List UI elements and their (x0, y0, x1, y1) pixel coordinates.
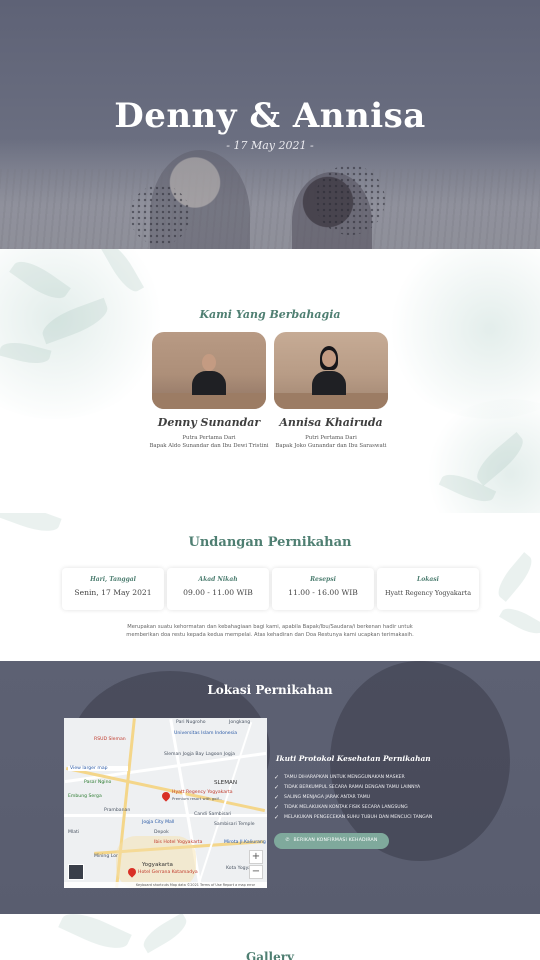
bride-name: Annisa Khairuda (279, 416, 383, 429)
map-label: SLEMAN (214, 780, 238, 786)
invitation-section: Undangan Pernikahan Hari, Tanggal Senin,… (0, 513, 540, 661)
location-section: Lokasi Pernikahan Pari Nugroho Jongkang … (0, 661, 540, 914)
watercolor-wash (380, 249, 540, 419)
map-road (64, 814, 267, 817)
protocol-item: ✓ SALING MENJAGA JARAK ANTAR TAMU (274, 792, 432, 802)
protocol-item: ✓ TIDAK BERKUMPUL SECARA RAMAI DENGAN TAM… (274, 782, 432, 792)
map-label: Sleman Jogja Bay Lagoon Jogja (164, 752, 235, 757)
location-card-label: Lokasi (417, 576, 439, 583)
map-label: Mirota Jl.Kaliurang (224, 840, 266, 845)
map-footer: Keyboard shortcuts Map data ©2021 Terms … (64, 882, 267, 888)
invitation-message-line: Merupakan suatu kehormatan dan kebahagia… (127, 624, 413, 630)
groom-head (202, 354, 216, 371)
desk (152, 393, 266, 409)
check-icon: ✓ (274, 814, 280, 822)
hero-dot-pattern (130, 185, 190, 245)
map-label: Pari Nugroho (176, 720, 206, 725)
couple-title: Denny & Annisa (114, 96, 426, 136)
akad-card-label: Akad Nikah (198, 576, 238, 583)
check-icon: ✓ (274, 793, 280, 801)
map-label: Sambisari Temple (214, 822, 255, 827)
bride-head (322, 350, 336, 367)
protocol-text: TIDAK MELAKUKAN KONTAK FISIK SECARA LANG… (284, 805, 408, 811)
map-label: Hyatt Regency Yogyakarta (172, 790, 233, 795)
desk (274, 393, 388, 409)
groom-name: Denny Sunandar (157, 416, 261, 429)
map-label: Premium resort with golf... (172, 796, 223, 801)
resepsi-card-value: 11.00 - 16.00 WIB (288, 588, 358, 597)
map-label: Mlati (68, 830, 80, 835)
rsvp-button[interactable]: ✆ BERIKAN KONFIRMASI KEHADIRAN (274, 833, 389, 849)
groom-body (192, 371, 226, 395)
groom-relation: Putra Pertama Dari (182, 435, 236, 441)
leaf-decoration (0, 513, 62, 538)
map-label: Ibis Hotel Yogyakarta (154, 840, 203, 845)
leaf-decoration (499, 602, 540, 640)
map-satellite-toggle[interactable] (68, 864, 84, 880)
map-label: Candi Sambisari (194, 812, 232, 817)
gallery-section: Gallery (0, 914, 540, 960)
map-label: Prambanan (104, 808, 131, 813)
check-icon: ✓ (274, 783, 280, 791)
protocol-title: Ikuti Protokol Kesehatan Pernikahan (276, 754, 431, 763)
bride-body (312, 371, 346, 395)
map-label: Hotel Gerrana Kotamadya (138, 870, 198, 875)
gallery-title: Gallery (245, 950, 295, 960)
protocol-text: SALING MENJAGA JARAK ANTAR TAMU (284, 794, 371, 800)
map-label: Yogyakarta (142, 862, 173, 868)
hero-section: Denny & Annisa - 17 May 2021 - (0, 0, 540, 249)
protocol-item: ✓ TIDAK MELAKUKAN KONTAK FISIK SECARA LAN… (274, 803, 432, 813)
leaf-decoration (138, 914, 192, 954)
hero-grass-texture (0, 169, 540, 249)
whatsapp-icon: ✆ (285, 838, 290, 843)
map-label: RSUD Sleman (94, 737, 126, 742)
protocol-item: ✓ MELAKUKAN PENGECEKAN SUHU TUBUH DAN MEN… (274, 813, 432, 823)
resepsi-card-label: Resepsi (310, 576, 336, 583)
akad-card: Akad Nikah 09.00 - 11.00 WIB (167, 568, 269, 610)
bride-photo (274, 332, 388, 409)
leaf-decoration (492, 552, 538, 602)
location-card: Lokasi Hyatt Regency Yogyakarta (377, 568, 479, 610)
protocol-text: TAMU DIHARAPKAN UNTUK MENGGUNAKAN MASKER (284, 774, 405, 780)
date-card: Hari, Tanggal Senin, 17 May 2021 (62, 568, 164, 610)
resepsi-card: Resepsi 11.00 - 16.00 WIB (272, 568, 374, 610)
date-card-label: Hari, Tanggal (90, 576, 136, 583)
groom-photo (152, 332, 266, 409)
bride-parents: Bapak Joko Gunandar dan Ibu Saraswati (275, 443, 387, 449)
map-label: Universitas Islam Indonesia (174, 731, 238, 736)
protocol-text: MELAKUKAN PENGECEKAN SUHU TUBUH DAN MENC… (284, 815, 433, 821)
map-label: Mining Lor (94, 854, 118, 859)
akad-card-value: 09.00 - 11.00 WIB (183, 588, 253, 597)
groom-parents: Bapak Aldo Sunandar dan Ibu Dewi Tristin… (149, 443, 269, 449)
rsvp-button-label: BERIKAN KONFIRMASI KEHADIRAN (293, 838, 378, 843)
map-road (197, 721, 253, 885)
map-label: Pasar Ngino (84, 780, 112, 785)
date-card-value: Senin, 17 May 2021 (74, 588, 152, 597)
location-card-value: Hyatt Regency Yogyakarta (384, 589, 472, 597)
bride-relation: Putri Pertama Dari (305, 435, 357, 441)
check-icon: ✓ (274, 773, 280, 781)
map-label: Depok (154, 830, 169, 835)
couple-heading: Kami Yang Berbahagia (199, 308, 341, 321)
protocol-text: TIDAK BERKUMPUL SECARA RAMAI DENGAN TAMU… (284, 784, 421, 790)
zoom-in-button[interactable]: + (249, 850, 263, 864)
location-title: Lokasi Pernikahan (207, 683, 333, 697)
view-larger-map-link[interactable]: View larger map (68, 766, 128, 771)
couple-section: Kami Yang Berbahagia Denny Sunandar Anni… (0, 249, 540, 513)
protocol-list: ✓ TAMU DIHARAPKAN UNTUK MENGGUNAKAN MASKE… (274, 772, 432, 823)
hero-dot-pattern (315, 165, 385, 235)
wedding-date: - 17 May 2021 - (226, 139, 314, 152)
protocol-item: ✓ TAMU DIHARAPKAN UNTUK MENGGUNAKAN MASKE… (274, 772, 432, 782)
check-icon: ✓ (274, 804, 280, 812)
map-label: Jongkang (229, 720, 251, 725)
zoom-out-button[interactable]: − (249, 865, 263, 879)
map-label: Jogja City Mall (142, 820, 175, 825)
invitation-message-line: memberikan doa restu kepada kedua mempel… (126, 632, 414, 638)
google-map[interactable]: Pari Nugroho Jongkang Universitas Islam … (64, 718, 267, 888)
invitation-title: Undangan Pernikahan (188, 535, 352, 550)
map-label: Embung Serga (68, 794, 102, 799)
invitation-message: Merupakan suatu kehormatan dan kebahagia… (100, 623, 440, 639)
